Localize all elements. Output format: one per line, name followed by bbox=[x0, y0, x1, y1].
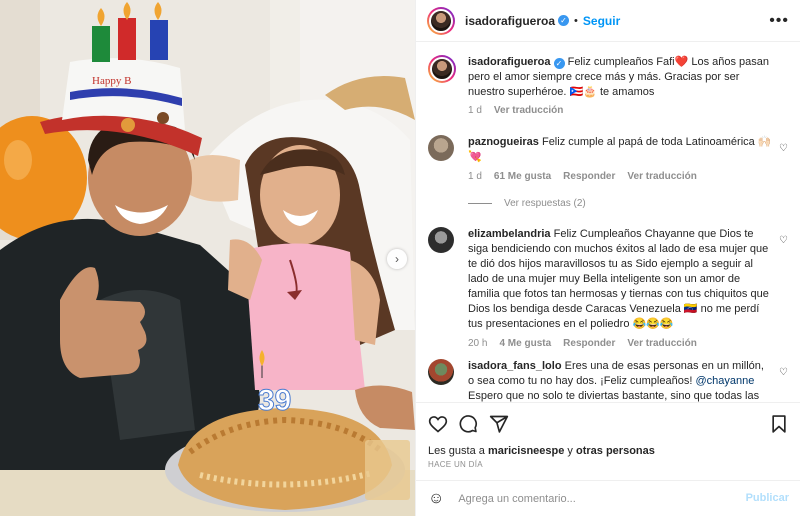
author-avatar[interactable] bbox=[427, 6, 455, 35]
comment-time: 1 d bbox=[468, 171, 482, 182]
comment-username[interactable]: paznogueiras bbox=[468, 136, 539, 148]
likes-others-link[interactable]: otras personas bbox=[576, 445, 655, 457]
follow-button[interactable]: Seguir bbox=[583, 14, 620, 28]
caption-meta: 1 d Ver traducción bbox=[468, 105, 788, 116]
likes-middle: y bbox=[564, 445, 576, 457]
next-photo-button[interactable]: › bbox=[387, 249, 407, 269]
comment-likes[interactable]: 4 Me gusta bbox=[499, 338, 551, 349]
reply-button[interactable]: Responder bbox=[563, 171, 615, 182]
caption-text: isadorafigueroa ✓ Feliz cumpleaños Fafi❤️… bbox=[468, 55, 773, 100]
caption-translate-link[interactable]: Ver traducción bbox=[494, 105, 563, 116]
comment-bubble-icon[interactable] bbox=[458, 414, 478, 434]
comment-body: Feliz Cumpleaños Chayanne que Dios te si… bbox=[468, 228, 769, 330]
post-actions bbox=[416, 402, 800, 442]
reply-button[interactable]: Responder bbox=[563, 338, 615, 349]
likes-summary: Les gusta a maricisneespe y otras person… bbox=[428, 445, 655, 457]
translate-link[interactable]: Ver traducción bbox=[627, 338, 696, 349]
likes-prefix: Les gusta a bbox=[428, 445, 488, 457]
post-panel: isadorafigueroa ✓ • Seguir ••• isadorafi… bbox=[415, 0, 800, 516]
like-comment-heart-icon[interactable]: ♡ bbox=[779, 235, 788, 246]
comment-likes[interactable]: 61 Me gusta bbox=[494, 171, 551, 182]
like-heart-icon[interactable] bbox=[428, 414, 448, 434]
post-image: Happy B 39 bbox=[0, 0, 415, 516]
comment-text: elizambelandria Feliz Cumpleaños Chayann… bbox=[468, 227, 773, 332]
likes-user-link[interactable]: maricisneespe bbox=[488, 445, 564, 457]
post-header: isadorafigueroa ✓ • Seguir ••• bbox=[416, 0, 800, 42]
comment-item: elizambelandria Feliz Cumpleaños Chayann… bbox=[428, 227, 788, 349]
verified-badge-icon: ✓ bbox=[553, 58, 565, 69]
commenter-avatar[interactable] bbox=[428, 135, 454, 161]
comment-text: isadora_fans_lolo Eres una de esas perso… bbox=[468, 359, 773, 402]
view-replies-button[interactable]: Ver respuestas (2) bbox=[468, 198, 586, 209]
like-comment-heart-icon[interactable]: ♡ bbox=[779, 367, 788, 378]
caption-avatar[interactable] bbox=[428, 55, 456, 83]
comment-meta: 1 d 61 Me gusta Responder Ver traducción bbox=[468, 171, 788, 182]
comment-item: paznogueiras Feliz cumple al papá de tod… bbox=[428, 135, 788, 182]
comment-input[interactable] bbox=[458, 492, 719, 505]
comment-meta: 20 h 4 Me gusta Responder Ver traducción bbox=[468, 338, 788, 349]
caption: isadorafigueroa ✓ Feliz cumpleaños Fafi❤️… bbox=[428, 55, 788, 116]
comment-username[interactable]: elizambelandria bbox=[468, 228, 551, 240]
save-bookmark-icon[interactable] bbox=[769, 414, 789, 434]
hat-text: Happy B bbox=[92, 75, 131, 87]
emoji-smiley-icon[interactable]: ☺ bbox=[428, 490, 444, 508]
like-comment-heart-icon[interactable]: ♡ bbox=[779, 143, 788, 154]
commenter-avatar[interactable] bbox=[428, 227, 454, 253]
candle-39: 39 bbox=[258, 384, 291, 417]
comment-mention-link[interactable]: @chayanne bbox=[695, 375, 754, 387]
commenter-avatar[interactable] bbox=[428, 359, 454, 385]
comment-item: isadora_fans_lolo Eres una de esas perso… bbox=[428, 359, 788, 402]
post-timestamp[interactable]: HACE UN DÍA bbox=[428, 460, 483, 469]
comment-text: paznogueiras Feliz cumple al papá de tod… bbox=[468, 135, 773, 165]
view-replies-label[interactable]: Ver respuestas (2) bbox=[504, 198, 586, 209]
verified-badge-icon: ✓ bbox=[558, 15, 570, 26]
share-send-icon[interactable] bbox=[489, 414, 509, 434]
author-username[interactable]: isadorafigueroa bbox=[465, 14, 555, 28]
post-photo[interactable]: Happy B 39 › bbox=[0, 0, 415, 516]
more-options-icon[interactable]: ••• bbox=[769, 12, 789, 30]
comment-body-cont: Espero que no solo te diviertas bastante… bbox=[468, 390, 760, 402]
comments-list[interactable]: isadorafigueroa ✓ Feliz cumpleaños Fafi❤️… bbox=[416, 43, 800, 402]
separator-dot: • bbox=[574, 14, 578, 27]
add-comment-bar: ☺ Publicar bbox=[416, 480, 800, 516]
caption-time: 1 d bbox=[468, 105, 482, 116]
comment-time: 20 h bbox=[468, 338, 488, 349]
replies-divider bbox=[468, 203, 492, 204]
chevron-right-icon: › bbox=[395, 252, 399, 266]
publish-button[interactable]: Publicar bbox=[746, 492, 789, 504]
translate-link[interactable]: Ver traducción bbox=[627, 171, 696, 182]
comment-username[interactable]: isadora_fans_lolo bbox=[468, 360, 562, 372]
caption-username[interactable]: isadorafigueroa bbox=[468, 56, 551, 68]
